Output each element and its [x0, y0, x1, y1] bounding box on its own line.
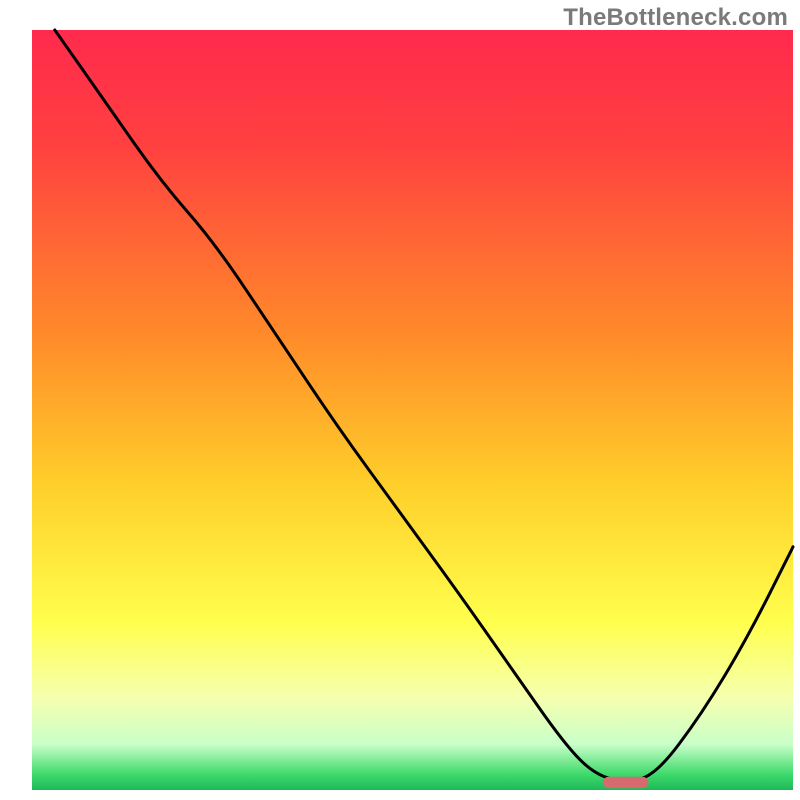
optimal-marker [603, 777, 649, 788]
chart-canvas: TheBottleneck.com [0, 0, 800, 800]
bottleneck-chart [0, 0, 800, 800]
plot-background [32, 30, 793, 790]
watermark-text: TheBottleneck.com [563, 4, 788, 32]
